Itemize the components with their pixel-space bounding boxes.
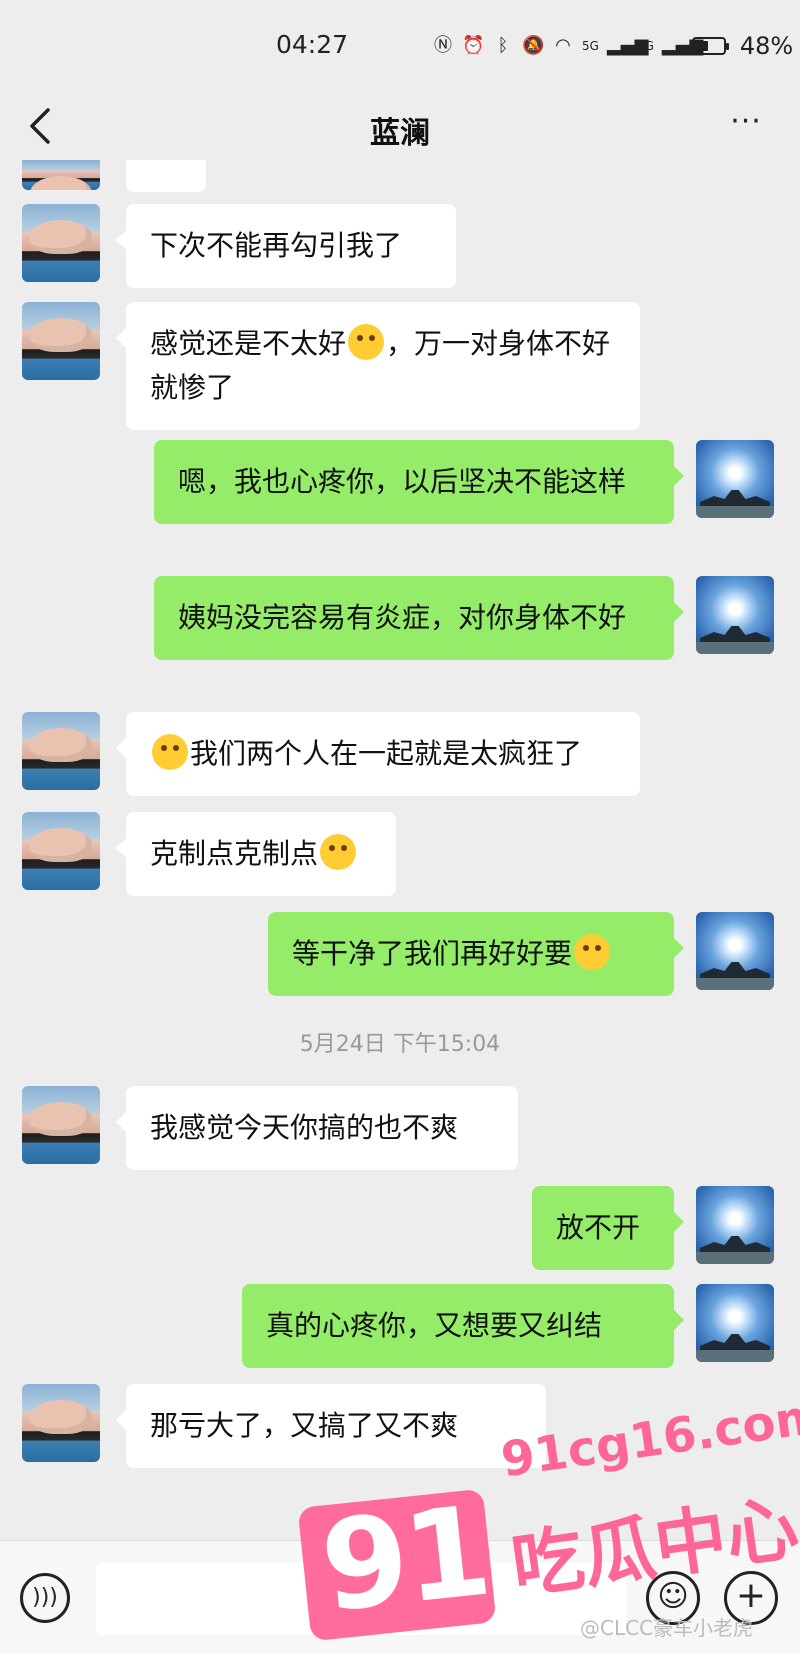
avatar-self[interactable] [696, 1284, 774, 1362]
network-label-2: 4G [636, 39, 654, 53]
status-bar: 04:27 Ⓝ ⏰ ᛒ 🔕 ◠ 5G ▂▄▆ 4G ▂▄▆ 48% [0, 0, 800, 90]
avatar-contact[interactable] [22, 204, 100, 282]
battery-percent: 48% [739, 32, 794, 60]
chat-title: 蓝澜 [370, 116, 430, 151]
avatar-self[interactable] [696, 1186, 774, 1264]
signal-icon-2: ▂▄▆ [661, 35, 704, 56]
message-bubble-received[interactable]: 感觉还是不太好 ，万一对身体不好就惨了 [116, 302, 640, 430]
voice-button[interactable]: ))) [20, 1573, 70, 1623]
message-bubble-sent[interactable]: 等干净了我们再好好要 [268, 912, 684, 996]
sleepy-face-emoji-icon [152, 734, 188, 770]
avatar-contact[interactable] [22, 812, 100, 890]
nfc-icon: Ⓝ [434, 35, 452, 56]
status-time: 04:27 [276, 30, 349, 59]
avatar-contact[interactable] [22, 302, 100, 380]
message-bubble-received[interactable]: 下次不能再勾引我了 [116, 204, 456, 288]
avatar-contact[interactable] [22, 1384, 100, 1462]
input-bar: ))) ☺ + [0, 1540, 800, 1653]
message-text: 那亏大了，又搞了又不爽 [150, 1409, 459, 1442]
message-bubble-sent[interactable]: 嗯，我也心疼你，以后坚决不能这样 [154, 440, 684, 524]
chat-header: 蓝澜 ··· [0, 90, 800, 170]
avatar-self[interactable] [696, 440, 774, 518]
message-text: 嗯，我也心疼你，以后坚决不能这样 [178, 465, 627, 498]
smiling-face-emoji-icon [574, 934, 611, 970]
alarm-icon: ⏰ [462, 35, 485, 56]
status-icons: Ⓝ ⏰ ᛒ 🔕 ◠ 5G ▂▄▆ 4G ▂▄▆ 48% [432, 32, 793, 60]
message-bubble-partial[interactable] [126, 160, 206, 192]
message-text: 我们两个人在一起就是太疯狂了 [190, 737, 583, 770]
message-text: 下次不能再勾引我了 [150, 229, 403, 262]
avatar-self[interactable] [696, 912, 774, 990]
chat-timestamp: 5月24日 下午15:04 [299, 1032, 501, 1057]
wifi-icon: ◠ [555, 35, 571, 56]
dizzy-face-emoji-icon [320, 834, 357, 870]
avatar-self[interactable] [696, 576, 774, 654]
message-bubble-received[interactable]: 我感觉今天你搞的也不爽 [116, 1086, 518, 1170]
emoji-button[interactable]: ☺ [646, 1571, 700, 1625]
plus-button[interactable]: + [724, 1571, 778, 1625]
battery-fill [695, 41, 708, 51]
tears-of-joy-emoji-icon [348, 324, 385, 360]
message-bubble-received[interactable]: 我们两个人在一起就是太疯狂了 [116, 712, 640, 796]
message-input[interactable] [96, 1563, 626, 1635]
mute-icon: 🔕 [522, 35, 545, 56]
message-text: 等干净了我们再好好要 [292, 937, 573, 970]
message-text: 真的心疼你，又想要又纠结 [266, 1309, 603, 1342]
avatar-contact[interactable] [22, 712, 100, 790]
battery-icon [691, 37, 729, 55]
emoji-icon: ☺ [657, 1579, 689, 1614]
plus-icon: + [735, 1575, 767, 1616]
message-text: 姨妈没完容易有炎症，对你身体不好 [178, 601, 627, 634]
message-text: 放不开 [556, 1211, 641, 1244]
message-text: 感觉还是不太好 [150, 327, 347, 360]
voice-icon: ))) [32, 1585, 58, 1610]
network-label-1: 5G [582, 39, 599, 53]
more-button[interactable]: ··· [726, 107, 766, 142]
message-bubble-sent[interactable]: 真的心疼你，又想要又纠结 [242, 1284, 684, 1368]
avatar-partial[interactable] [22, 160, 100, 190]
more-dots-icon: ··· [730, 104, 762, 139]
message-bubble-sent[interactable]: 放不开 [532, 1186, 684, 1270]
message-text: 我感觉今天你搞的也不爽 [150, 1111, 459, 1144]
signal-icon: ▂▄▆ [606, 35, 649, 56]
message-bubble-received[interactable]: 那亏大了，又搞了又不爽 [116, 1384, 546, 1468]
message-bubble-received[interactable]: 克制点克制点 [116, 812, 396, 896]
message-text: 克制点克制点 [150, 837, 319, 870]
bluetooth-icon: ᛒ [497, 35, 509, 56]
message-bubble-sent[interactable]: 姨妈没完容易有炎症，对你身体不好 [154, 576, 684, 660]
avatar-contact[interactable] [22, 1086, 100, 1164]
